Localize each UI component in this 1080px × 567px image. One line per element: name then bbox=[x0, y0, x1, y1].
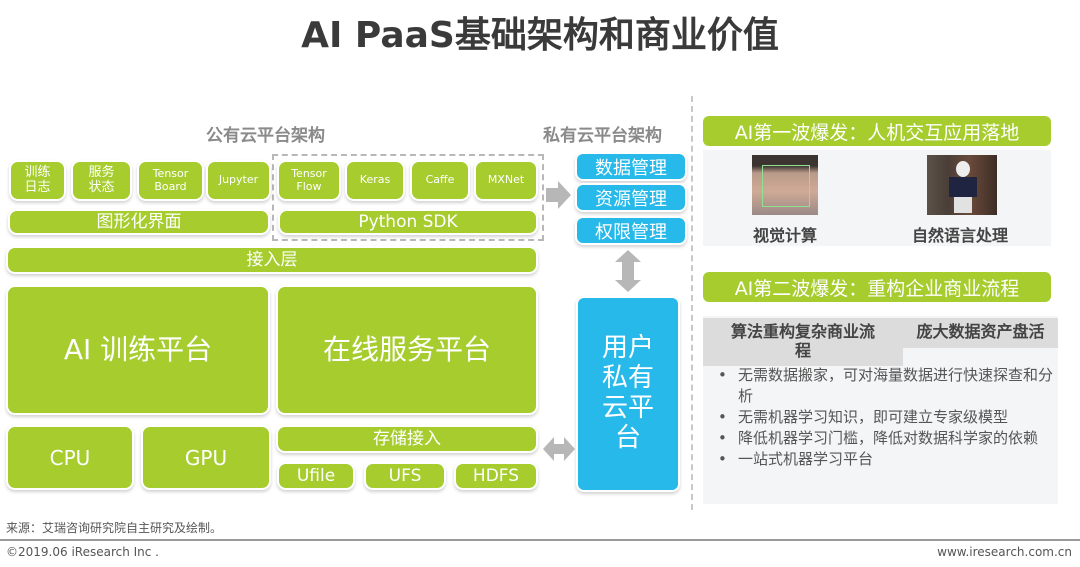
gui-layer: 图形化界面 bbox=[10, 211, 268, 233]
python-sdk-layer: Python SDK bbox=[280, 211, 536, 233]
wave2-sub-right: 庞大数据资产盘活 bbox=[903, 318, 1058, 348]
website-link[interactable]: www.iresearch.com.cn bbox=[937, 545, 1072, 559]
gpu-block: GPU bbox=[143, 427, 269, 488]
storage-ufs: UFS bbox=[366, 464, 444, 488]
cpu-block: CPU bbox=[8, 427, 132, 488]
tool-tensorboard: Tensor Board bbox=[139, 162, 202, 199]
bullet-item: 降低机器学习门槛，降低对数据科学家的依赖 bbox=[716, 428, 1066, 449]
private-cloud-label: 私有云平台架构 bbox=[543, 126, 662, 146]
framework-keras: Keras bbox=[347, 162, 403, 199]
footer-divider bbox=[0, 539, 1080, 541]
storage-ufile: Ufile bbox=[279, 464, 353, 488]
framework-caffe: Caffe bbox=[412, 162, 468, 199]
caption-nlp: 自然语言处理 bbox=[911, 226, 1008, 245]
face-recognition-image bbox=[752, 155, 818, 215]
module-data-management: 数据管理 bbox=[577, 154, 685, 179]
framework-mxnet: MXNet bbox=[476, 162, 536, 199]
online-serving-platform: 在线服务平台 bbox=[278, 287, 536, 413]
public-cloud-label: 公有云平台架构 bbox=[206, 126, 325, 146]
copyright: ©2019.06 iResearch Inc . bbox=[6, 545, 159, 559]
section-divider bbox=[691, 96, 693, 510]
module-resource-management: 资源管理 bbox=[577, 185, 685, 210]
storage-access-layer: 存储接入 bbox=[278, 427, 536, 451]
arrow-updown-icon bbox=[615, 250, 641, 292]
wave1-header: AI第一波爆发：人机交互应用落地 bbox=[703, 116, 1051, 146]
arrow-right-icon bbox=[546, 181, 571, 209]
tool-jupyter: Jupyter bbox=[208, 162, 269, 199]
tool-service-status: 服务 状态 bbox=[73, 162, 130, 199]
caption-vision: 视觉计算 bbox=[752, 226, 817, 245]
tool-training-log: 训练 日志 bbox=[11, 162, 64, 199]
wave2-bullet-list: 无需数据搬家，可对海量数据进行快速探查和分析 无需机器学习知识，即可建立专家级模… bbox=[716, 365, 1066, 470]
bullet-item: 无需机器学习知识，即可建立专家级模型 bbox=[716, 407, 1066, 428]
wave2-header: AI第二波爆发：重构企业商业流程 bbox=[703, 272, 1051, 302]
bullet-item: 无需数据搬家，可对海量数据进行快速探查和分析 bbox=[716, 365, 1066, 407]
access-layer: 接入层 bbox=[8, 248, 536, 272]
ai-training-platform: AI 训练平台 bbox=[8, 287, 268, 413]
module-permission-management: 权限管理 bbox=[577, 218, 685, 243]
bullet-item: 一站式机器学习平台 bbox=[716, 449, 1066, 470]
wave2-sub-left: 算法重构复杂商业流 程 bbox=[703, 318, 903, 366]
storage-hdfs: HDFS bbox=[456, 464, 536, 488]
framework-tensorflow: Tensor Flow bbox=[279, 162, 339, 199]
robot-image bbox=[927, 155, 997, 215]
user-private-cloud-platform: 用户 私有 云平 台 bbox=[578, 298, 678, 490]
page-title: AI PaaS基础架构和商业价值 bbox=[301, 15, 779, 56]
arrow-leftright-icon bbox=[543, 437, 575, 461]
source-note: 来源：艾瑞咨询研究院自主研究及绘制。 bbox=[6, 521, 223, 535]
